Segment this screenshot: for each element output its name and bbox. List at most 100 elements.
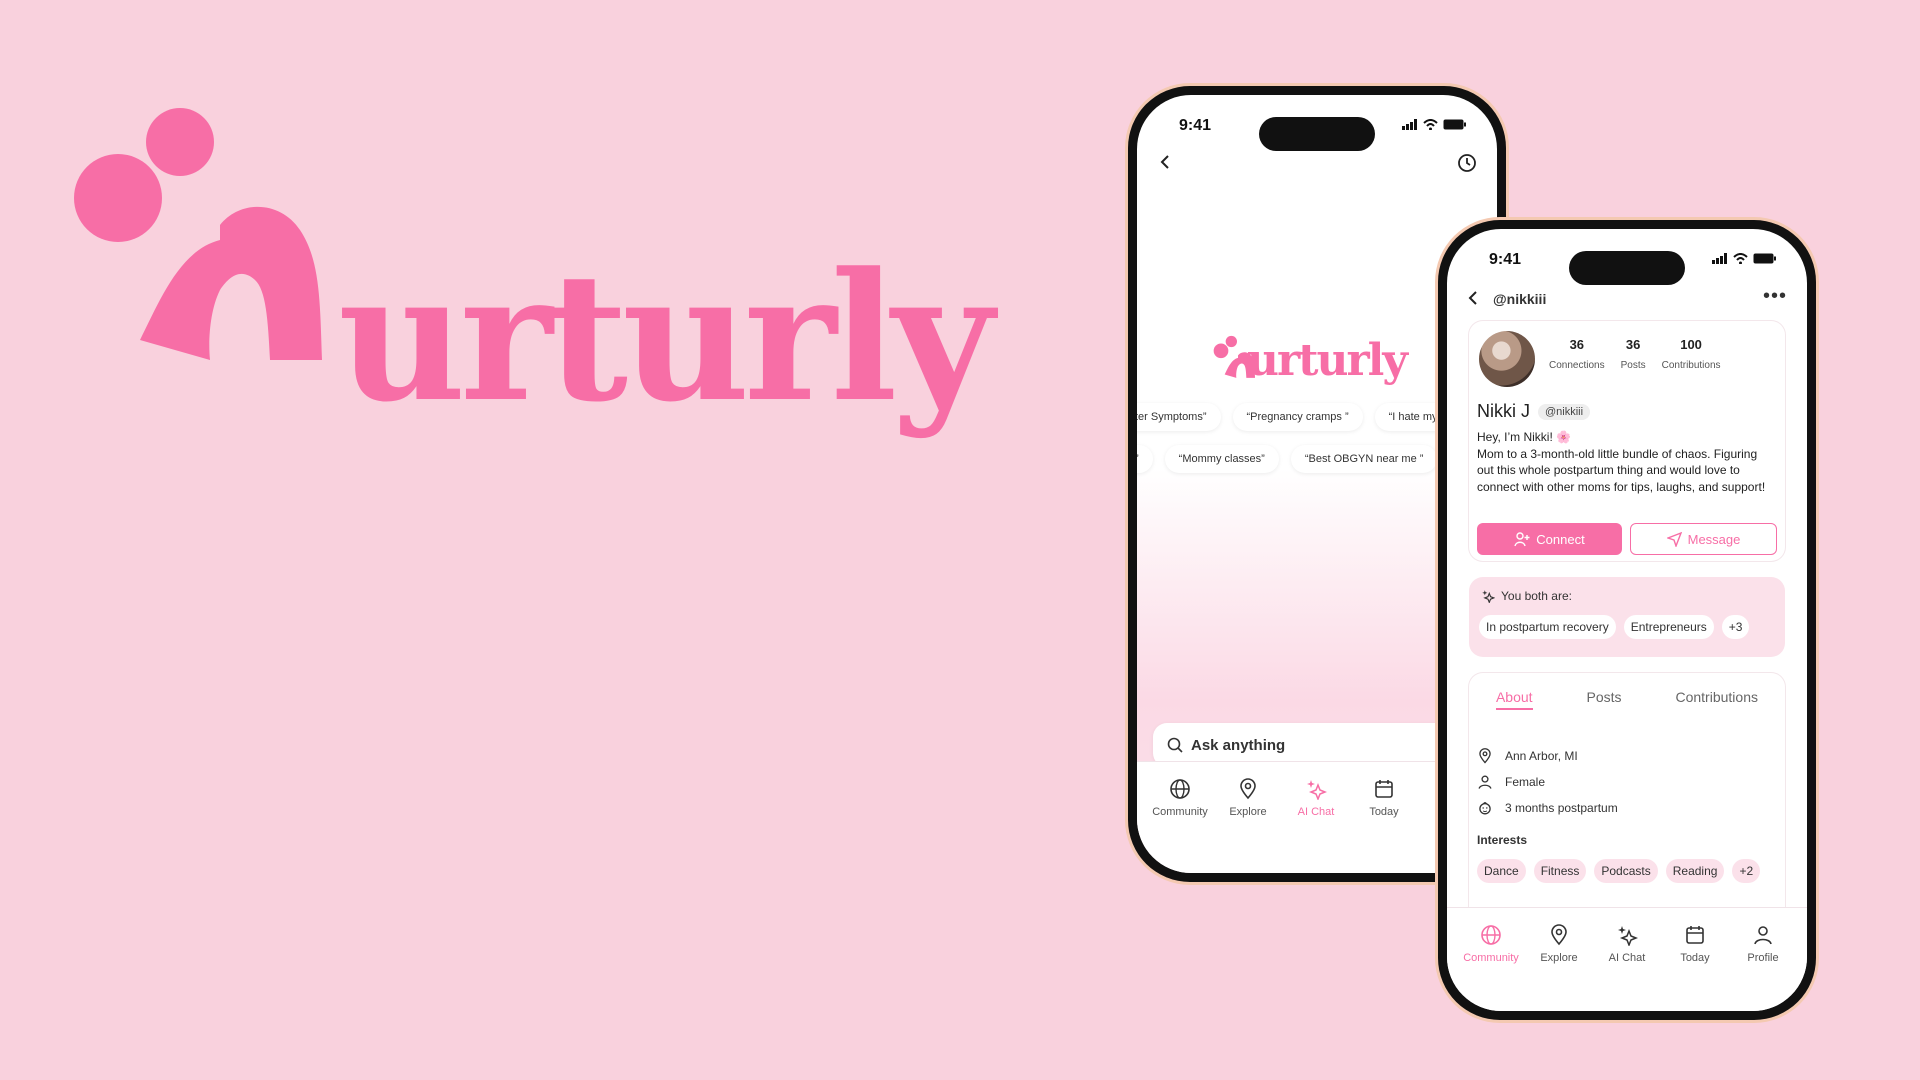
- tab-today[interactable]: Today: [1661, 924, 1729, 964]
- prompt-chip[interactable]: ter Symptoms”: [1137, 403, 1221, 431]
- info-stage: 3 months postpartum: [1477, 795, 1618, 821]
- nurturly-logo: urturly: [70, 100, 994, 426]
- in-common-label: You both are:: [1501, 589, 1572, 603]
- tab-about[interactable]: About: [1495, 689, 1533, 710]
- tab-profile[interactable]: Profile: [1729, 924, 1797, 964]
- status-icons: [1712, 253, 1777, 264]
- battery-icon: [1753, 253, 1776, 264]
- in-common-title: You both are:: [1481, 589, 1572, 603]
- interest-tag[interactable]: Reading: [1665, 859, 1725, 883]
- dynamic-island: [1569, 251, 1685, 285]
- tab-explore[interactable]: Explore: [1525, 924, 1593, 964]
- interest-tag[interactable]: Podcasts: [1594, 859, 1658, 883]
- globe-icon: [1170, 779, 1190, 799]
- stat-label: Posts: [1620, 360, 1646, 371]
- wifi-icon: [1733, 253, 1748, 264]
- prompt-chip[interactable]: “Best OBGYN near me ”: [1290, 445, 1438, 473]
- common-tag-more[interactable]: +3: [1721, 615, 1750, 639]
- phone-profile: 9:41 @nikkiii ••• 36 Connections 36 Post…: [1438, 220, 1816, 1020]
- tab-label: Explore: [1229, 806, 1267, 818]
- person-icon: [1754, 926, 1772, 945]
- back-icon[interactable]: [1465, 289, 1483, 307]
- tab-posts[interactable]: Posts: [1587, 689, 1622, 710]
- about-card: About Posts Contributions Ann Arbor, MI …: [1469, 673, 1785, 923]
- logo-mark-icon: [74, 108, 322, 360]
- profile-name: Nikki J: [1477, 401, 1530, 421]
- stat-contributions[interactable]: 100 Contributions: [1662, 337, 1721, 371]
- calendar-icon: [1375, 780, 1393, 798]
- nurturly-small-logo: urturly: [1213, 327, 1423, 397]
- profile-actions: Connect Message: [1477, 523, 1777, 555]
- common-tag[interactable]: In postpartum recovery: [1479, 615, 1616, 639]
- info-gender: Female: [1477, 769, 1618, 795]
- common-tag[interactable]: Entrepreneurs: [1623, 615, 1714, 639]
- profile-bio: Hey, I’m Nikki! 🌸 Mom to a 3-month-old l…: [1477, 429, 1775, 495]
- globe-icon: [1481, 925, 1501, 945]
- more-options-icon[interactable]: •••: [1763, 285, 1787, 308]
- calendar-icon: [1686, 926, 1704, 944]
- status-icons: [1402, 119, 1467, 130]
- tab-explore[interactable]: Explore: [1213, 778, 1283, 818]
- connect-label: Connect: [1536, 531, 1585, 547]
- tab-contributions[interactable]: Contributions: [1675, 689, 1758, 710]
- search-icon: [1167, 737, 1183, 753]
- prompt-chip[interactable]: “Pregnancy cramps ”: [1232, 403, 1363, 431]
- tab-label: AI Chat: [1608, 952, 1646, 964]
- tab-label: Explore: [1540, 952, 1578, 964]
- interest-tag[interactable]: Fitness: [1533, 859, 1587, 883]
- person-icon: [1478, 775, 1492, 789]
- suggested-prompts-row-2: ” “Mommy classes” “Best OBGYN near me ”: [1137, 445, 1438, 473]
- connect-button[interactable]: Connect: [1477, 523, 1622, 555]
- interests-tags: Dance Fitness Podcasts Reading +2: [1477, 859, 1761, 883]
- back-icon[interactable]: [1157, 153, 1175, 171]
- profile-name-row: Nikki J @nikkiii: [1477, 401, 1591, 422]
- gender-text: Female: [1505, 775, 1546, 789]
- bio-greeting: Hey, I’m Nikki! 🌸: [1477, 430, 1572, 444]
- tab-ai-chat[interactable]: AI Chat: [1281, 778, 1351, 818]
- location-pin-icon: [1240, 778, 1256, 800]
- about-info: Ann Arbor, MI Female 3 months postpartum: [1477, 743, 1618, 821]
- location-text: Ann Arbor, MI: [1505, 749, 1578, 763]
- tab-community[interactable]: Community: [1145, 778, 1215, 818]
- interest-tag-more[interactable]: +2: [1732, 859, 1761, 883]
- sparkle-icon: [1618, 926, 1638, 946]
- prompt-chip[interactable]: “Mommy classes”: [1164, 445, 1279, 473]
- interest-tag[interactable]: Dance: [1477, 859, 1526, 883]
- dynamic-island: [1259, 117, 1375, 151]
- history-clock-icon[interactable]: [1457, 153, 1477, 173]
- avatar: [1479, 331, 1535, 387]
- status-time: 9:41: [1179, 117, 1212, 134]
- prompt-chip[interactable]: ”: [1137, 445, 1153, 473]
- in-common-tags: In postpartum recovery Entrepreneurs +3: [1479, 615, 1750, 639]
- username-badge: @nikkiii: [1538, 403, 1591, 420]
- message-label: Message: [1687, 531, 1741, 547]
- tab-today[interactable]: Today: [1349, 778, 1419, 818]
- logo-wordmark: urturly: [338, 234, 994, 441]
- stat-label: Connections: [1549, 360, 1605, 371]
- bottom-tab-bar: Community Explore AI Chat Today Profile: [1447, 907, 1807, 1011]
- stat-posts[interactable]: 36 Posts: [1621, 337, 1646, 371]
- profile-card: 36 Connections 36 Posts 100 Contribution…: [1469, 321, 1785, 561]
- signal-icon: [1712, 253, 1727, 264]
- tab-label: Community: [1463, 952, 1519, 964]
- search-placeholder: Ask anything: [1191, 736, 1286, 754]
- tab-label: Today: [1680, 952, 1710, 964]
- profile-nav-bar: @nikkiii •••: [1447, 285, 1807, 315]
- stat-label: Contributions: [1661, 360, 1721, 371]
- sparkle-icon: [1307, 780, 1327, 800]
- tab-community[interactable]: Community: [1457, 924, 1525, 964]
- location-pin-icon: [1551, 924, 1567, 946]
- message-button[interactable]: Message: [1630, 523, 1777, 555]
- logo-wordmark: urturly: [1247, 335, 1408, 386]
- interests-heading: Interests: [1477, 833, 1528, 847]
- tab-label: Profile: [1747, 952, 1779, 964]
- tab-label: Today: [1369, 806, 1399, 818]
- stat-value: 100: [1680, 337, 1702, 352]
- stat-connections[interactable]: 36 Connections: [1549, 337, 1605, 371]
- tab-ai-chat[interactable]: AI Chat: [1593, 924, 1661, 964]
- stat-value: 36: [1569, 337, 1585, 352]
- wifi-icon: [1423, 119, 1438, 130]
- info-location: Ann Arbor, MI: [1477, 743, 1618, 769]
- stat-value: 36: [1625, 337, 1641, 352]
- location-pin-icon: [1479, 748, 1491, 764]
